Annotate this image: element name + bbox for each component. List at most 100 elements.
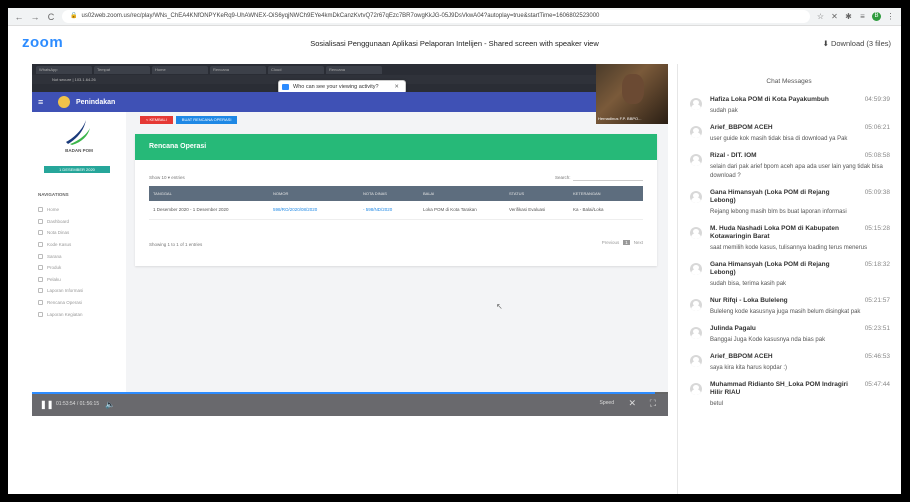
hamburger-icon[interactable]: ≡ [38,97,50,107]
nav-item-kode-kasus[interactable]: Kode Kasus [38,239,83,251]
app-name: Penindakan [76,98,116,106]
code-icon [38,242,43,248]
message-text: user guide kok masih tidak bisa di downl… [710,136,848,142]
back-button[interactable]: < KEMBALI [140,116,173,124]
menu-icon[interactable]: ⋮ [886,12,895,21]
chat-message: M. Huda Nashadi Loka POM di Kabupaten Ko… [678,221,900,257]
shared-tab: Home [152,65,208,74]
message-sender: Hafiza Loka POM di Kota Payakumbuh [710,96,829,103]
shared-tab: Rencana [326,65,382,74]
message-header: Gana Himansyah (Loka POM di Rejang Lebon… [710,261,890,277]
avatar [690,327,702,339]
extension-puzzle-icon[interactable]: ✱ [844,12,853,21]
reload-icon[interactable]: C [46,12,56,22]
chat-message: Gana Himansyah (Loka POM di Rejang Lebon… [678,257,900,293]
volume-icon[interactable]: 🔈 [105,400,115,409]
shared-screen-video[interactable]: WhatsApp Tempat Home Rencana Cloud Renca… [32,64,668,416]
table-cell-link[interactable]: - 598/ND/2020 [359,201,419,220]
address-bar[interactable]: 🔒 us02web.zoom.us/rec/play/WNs_ChEA4KNfO… [62,10,810,23]
document-icon [38,230,43,236]
lock-icon: 🔒 [70,13,78,19]
message-text: Banggai Juga Kode kasusnya nda bias pak [710,337,826,343]
message-time: 05:47:44 [864,381,890,388]
app-sidebar: BADAN POM 1 DESEMBER 2020 NAVIGATIONS Ho… [32,112,126,392]
column-header[interactable]: BALAI [419,186,505,201]
progress-fill [32,392,656,394]
date-badge: 1 DESEMBER 2020 [44,166,110,173]
reading-list-icon[interactable]: ≡ [858,12,867,21]
chat-message: Nur Rifqi - Loka Buleleng 05:21:57 Bulelen… [678,293,900,321]
table-cell: Ka - Balai/Loka [569,201,643,220]
avatar [690,154,702,166]
pager-current[interactable]: 1 [623,240,630,245]
forward-icon[interactable]: → [30,12,40,22]
mouse-cursor-icon: ↖ [496,302,503,311]
nav-item-laporan-kegiatan[interactable]: Laporan Kegiatan [38,308,83,320]
recording-title: Sosialisasi Penggunaan Aplikasi Pelapora… [310,39,599,48]
extensions: ☆ ✕ ✱ ≡ B ⋮ [816,12,895,21]
pager-next[interactable]: Next [634,240,643,245]
message-time: 05:18:32 [864,261,890,268]
speaker-name: Hernadinus F.P. BBPO... [598,116,642,121]
shared-tab: Rencana [210,65,266,74]
column-header[interactable]: NOTA DINAS [359,186,419,201]
message-text: selain dari pak arief bpom aceh apa ada … [710,164,883,179]
download-icon: ⬇ [822,39,831,48]
dashboard-icon [38,218,43,224]
table-row[interactable]: 1 Desember 2020 - 1 Desember 2020 598/RO… [149,201,643,220]
avatar [690,355,702,367]
pause-icon[interactable]: ❚❚ [40,400,53,409]
column-header[interactable]: NOMOR [269,186,359,201]
column-header[interactable]: STATUS [505,186,569,201]
chat-message: Hafiza Loka POM di Kota Payakumbuh 04:59:… [678,92,900,120]
message-sender: Arief_BBPOM ACEH [710,124,773,131]
avatar [690,383,702,395]
table-cell-link[interactable]: 598/RO/2020/08/2020 [269,201,359,220]
speed-button[interactable]: Speed [600,400,614,406]
table-header-row: TANGGAL NOMOR NOTA DINAS BALAI STATUS KE… [149,186,643,201]
message-text: betul [710,401,724,407]
message-time: 05:08:58 [864,152,890,159]
message-time: 05:09:38 [864,189,890,196]
nav-list: Home Dashboard Nota Dinas Kode Kasus Sar… [38,204,83,320]
back-icon[interactable]: ← [14,12,24,22]
message-header: Julinda Pagalu 05:23:51 [710,325,890,333]
message-text: sudah pak [710,108,738,114]
activity-icon [38,311,43,317]
message-header: Arief_BBPOM ACEH 05:46:53 [710,353,890,361]
column-header[interactable]: TANGGAL [149,186,269,201]
extension-x-icon[interactable]: ✕ [830,12,839,21]
avatar [690,191,702,203]
create-plan-button[interactable]: BUAT RENCANA OPERASI [175,116,238,124]
progress-bar[interactable] [32,392,668,394]
url-text: us02web.zoom.us/rec/play/WNs_ChEA4KNfONP… [81,13,600,19]
search-input[interactable] [573,173,643,181]
nav-item-dashboard[interactable]: Dashboard [38,216,83,228]
chat-message: Arief_BBPOM ACEH 05:06:21 user guide kok m… [678,120,900,148]
message-time: 05:21:57 [864,297,890,304]
message-sender: Rizal - DIT. IOM [710,152,757,159]
playback-time: 01:53:54 / 01:56:15 [56,401,100,407]
rencana-operasi-panel: Rencana Operasi Show 10 ▾ entries Search… [135,134,657,266]
crossed-arrows-icon[interactable]: ✕ [628,398,636,409]
zoom-header: zoom Sosialisasi Penggunaan Aplikasi Pel… [8,26,901,60]
profile-icon[interactable]: B [872,12,881,21]
nav-item-produk[interactable]: Produk [38,262,83,274]
chat-messages[interactable]: Hafiza Loka POM di Kota Payakumbuh 04:59:… [678,92,900,413]
show-entries[interactable]: Show 10 ▾ entries [149,175,185,181]
nav-title: NAVIGATIONS [38,192,69,197]
table-cell: 1 Desember 2020 - 1 Desember 2020 [149,201,269,220]
message-header: Gana Himansyah (Loka POM di Rejang Lebon… [710,189,890,205]
star-icon[interactable]: ☆ [816,12,825,21]
nav-item-rencana-operasi[interactable]: Rencana Operasi [38,297,83,309]
nav-item-home[interactable]: Home [38,204,83,216]
column-header[interactable]: KETERANGAN [569,186,643,201]
download-button[interactable]: ⬇ Download (3 files) [823,39,891,48]
nav-item-laporan-informasi[interactable]: Laporan Informasi [38,285,83,297]
fullscreen-icon[interactable]: ⛶ [650,398,656,409]
bpom-logo [66,120,90,145]
nav-item-pelaku[interactable]: Pelaku [38,274,83,286]
nav-item-sarana[interactable]: Sarana [38,250,83,262]
pager-previous[interactable]: Previous [602,240,620,245]
nav-item-nota-dinas[interactable]: Nota Dinas [38,227,83,239]
